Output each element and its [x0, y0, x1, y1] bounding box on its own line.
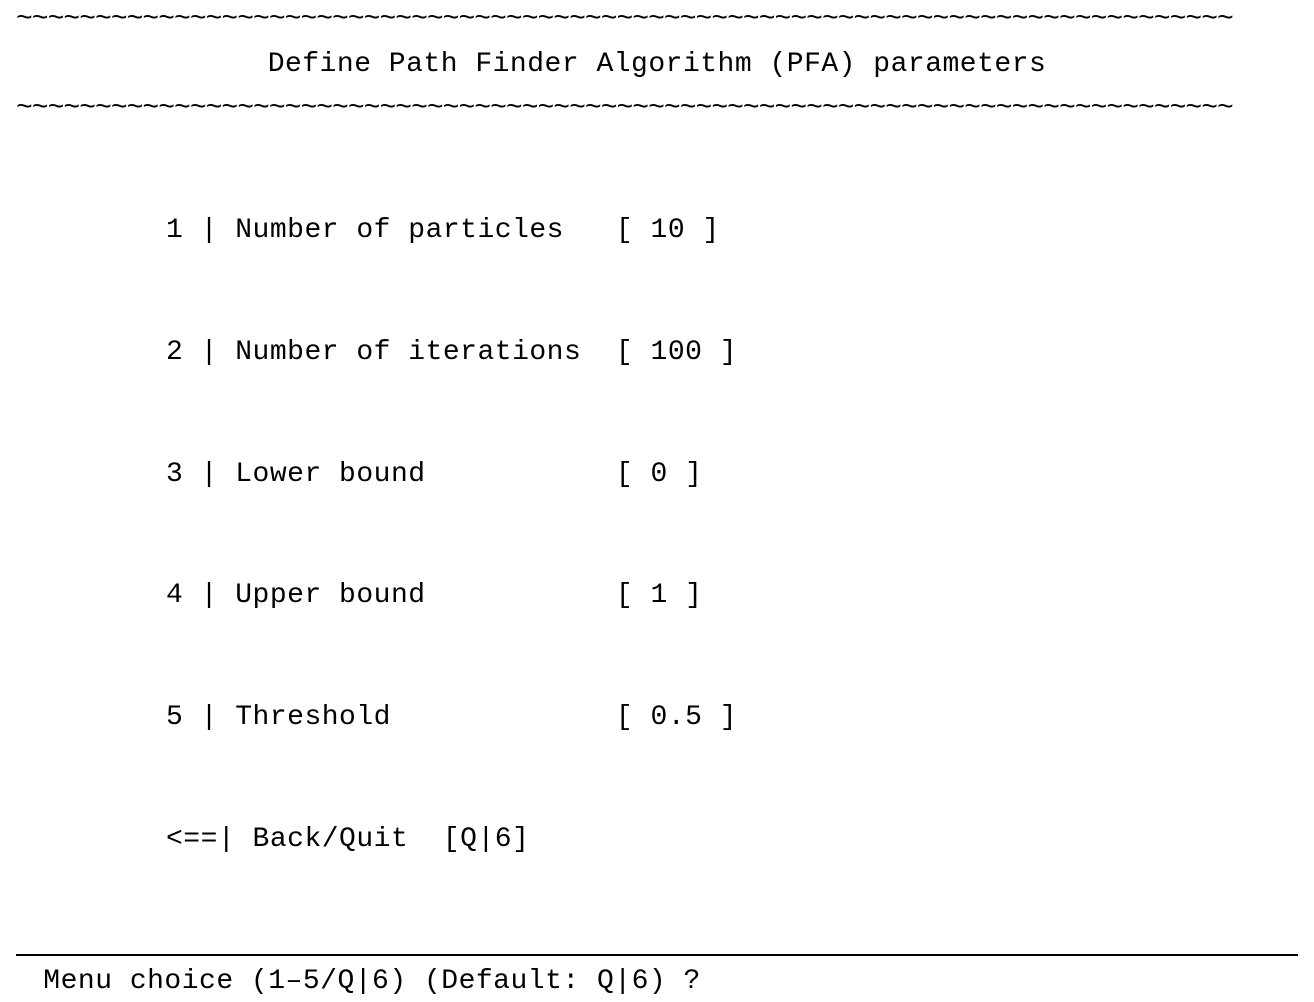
divider-wave-bottom: ~~~~~~~~~~~~~~~~~~~~~~~~~~~~~~~~~~~~~~~~… [16, 89, 1298, 130]
menu-label: Lower bound [235, 459, 598, 490]
prompt-line[interactable]: Menu choice (1–5/Q|6) (Default: Q|6) ? [16, 962, 1298, 1002]
menu-item-1[interactable]: 1 | Number of particles [ 10 ] [166, 211, 1298, 252]
menu-list: 1 | Number of particles [ 10 ] 2 | Numbe… [16, 130, 1298, 942]
menu-item-5[interactable]: 5 | Threshold [ 0.5 ] [166, 698, 1298, 739]
menu-item-4[interactable]: 4 | Upper bound [ 1 ] [166, 576, 1298, 617]
menu-idx: 3 [166, 459, 183, 490]
menu-item-2[interactable]: 2 | Number of iterations [ 100 ] [166, 333, 1298, 374]
menu-value: 0.5 [651, 702, 703, 733]
menu-idx: 4 [166, 580, 183, 611]
divider-wave-top: ~~~~~~~~~~~~~~~~~~~~~~~~~~~~~~~~~~~~~~~~… [16, 0, 1298, 41]
menu-label: Upper bound [235, 580, 598, 611]
menu-label: Threshold [235, 702, 598, 733]
back-arrow-icon: <== [166, 824, 218, 855]
menu-idx: 2 [166, 337, 183, 368]
prompt-text: Menu choice (1–5/Q|6) (Default: Q|6) ? [26, 966, 701, 997]
menu-label: Back/Quit [Q|6] [253, 824, 530, 855]
divider-line [16, 954, 1298, 956]
menu-item-back[interactable]: <==| Back/Quit [Q|6] [166, 820, 1298, 861]
menu-idx: 5 [166, 702, 183, 733]
menu-idx: 1 [166, 215, 183, 246]
menu-label: Number of particles [235, 215, 598, 246]
terminal-screen: ~~~~~~~~~~~~~~~~~~~~~~~~~~~~~~~~~~~~~~~~… [0, 0, 1314, 1002]
page-title: Define Path Finder Algorithm (PFA) param… [16, 41, 1298, 90]
menu-item-3[interactable]: 3 | Lower bound [ 0 ] [166, 455, 1298, 496]
menu-value: 100 [651, 337, 703, 368]
menu-value: 1 [651, 580, 668, 611]
menu-value: 0 [651, 459, 668, 490]
menu-label: Number of iterations [235, 337, 598, 368]
menu-value: 10 [651, 215, 686, 246]
